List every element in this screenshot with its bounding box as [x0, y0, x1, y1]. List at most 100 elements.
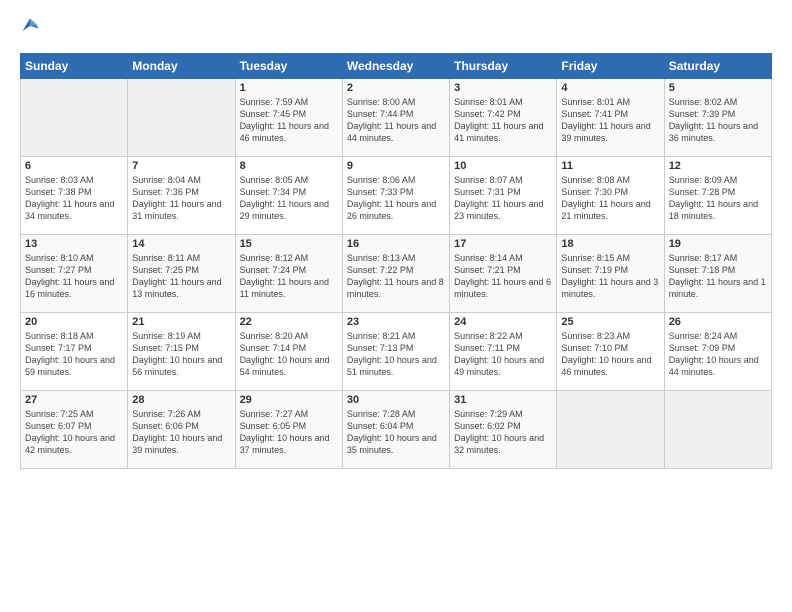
- calendar-cell: [664, 391, 771, 469]
- day-header-thursday: Thursday: [450, 54, 557, 79]
- calendar-cell: [557, 391, 664, 469]
- day-number: 31: [454, 394, 552, 406]
- day-number: 23: [347, 316, 445, 328]
- day-detail: Sunrise: 8:15 AMSunset: 7:19 PMDaylight:…: [561, 252, 659, 301]
- calendar-cell: 22 Sunrise: 8:20 AMSunset: 7:14 PMDayligh…: [235, 313, 342, 391]
- day-detail: Sunrise: 8:03 AMSunset: 7:38 PMDaylight:…: [25, 174, 123, 223]
- day-detail: Sunrise: 8:10 AMSunset: 7:27 PMDaylight:…: [25, 252, 123, 301]
- page: SundayMondayTuesdayWednesdayThursdayFrid…: [0, 0, 792, 612]
- calendar-cell: 20 Sunrise: 8:18 AMSunset: 7:17 PMDayligh…: [21, 313, 128, 391]
- day-number: 13: [25, 238, 123, 250]
- calendar-cell: 9 Sunrise: 8:06 AMSunset: 7:33 PMDaylight…: [342, 157, 449, 235]
- day-number: 10: [454, 160, 552, 172]
- day-header-sunday: Sunday: [21, 54, 128, 79]
- day-detail: Sunrise: 8:12 AMSunset: 7:24 PMDaylight:…: [240, 252, 338, 301]
- calendar-cell: 27 Sunrise: 7:25 AMSunset: 6:07 PMDayligh…: [21, 391, 128, 469]
- calendar-cell: 11 Sunrise: 8:08 AMSunset: 7:30 PMDayligh…: [557, 157, 664, 235]
- calendar-cell: 16 Sunrise: 8:13 AMSunset: 7:22 PMDayligh…: [342, 235, 449, 313]
- day-detail: Sunrise: 8:07 AMSunset: 7:31 PMDaylight:…: [454, 174, 552, 223]
- header: [20, 16, 772, 41]
- calendar-cell: 26 Sunrise: 8:24 AMSunset: 7:09 PMDayligh…: [664, 313, 771, 391]
- day-number: 29: [240, 394, 338, 406]
- calendar-cell: 31Sunrise: 7:29 AMSunset: 6:02 PMDayligh…: [450, 391, 557, 469]
- day-detail: Sunrise: 8:17 AMSunset: 7:18 PMDaylight:…: [669, 252, 767, 301]
- day-number: 26: [669, 316, 767, 328]
- calendar-cell: 15 Sunrise: 8:12 AMSunset: 7:24 PMDayligh…: [235, 235, 342, 313]
- logo: [20, 16, 44, 41]
- calendar-cell: 24 Sunrise: 8:22 AMSunset: 7:11 PMDayligh…: [450, 313, 557, 391]
- day-detail: Sunrise: 8:23 AMSunset: 7:10 PMDaylight:…: [561, 330, 659, 379]
- day-number: 16: [347, 238, 445, 250]
- day-number: 1: [240, 82, 338, 94]
- day-detail: Sunrise: 7:28 AMSunset: 6:04 PMDaylight:…: [347, 408, 445, 457]
- calendar-cell: 14 Sunrise: 8:11 AMSunset: 7:25 PMDayligh…: [128, 235, 235, 313]
- day-number: 25: [561, 316, 659, 328]
- calendar-cell: 8 Sunrise: 8:05 AMSunset: 7:34 PMDaylight…: [235, 157, 342, 235]
- day-number: 30: [347, 394, 445, 406]
- day-detail: Sunrise: 8:14 AMSunset: 7:21 PMDaylight:…: [454, 252, 552, 301]
- day-number: 19: [669, 238, 767, 250]
- calendar-cell: 18 Sunrise: 8:15 AMSunset: 7:19 PMDayligh…: [557, 235, 664, 313]
- day-detail: Sunrise: 7:25 AMSunset: 6:07 PMDaylight:…: [25, 408, 123, 457]
- calendar-cell: 23 Sunrise: 8:21 AMSunset: 7:13 PMDayligh…: [342, 313, 449, 391]
- day-detail: Sunrise: 8:02 AMSunset: 7:39 PMDaylight:…: [669, 96, 767, 145]
- day-detail: Sunrise: 7:26 AMSunset: 6:06 PMDaylight:…: [132, 408, 230, 457]
- day-number: 5: [669, 82, 767, 94]
- day-detail: Sunrise: 8:06 AMSunset: 7:33 PMDaylight:…: [347, 174, 445, 223]
- day-detail: Sunrise: 8:04 AMSunset: 7:36 PMDaylight:…: [132, 174, 230, 223]
- day-detail: Sunrise: 8:01 AMSunset: 7:42 PMDaylight:…: [454, 96, 552, 145]
- calendar-cell: 1 Sunrise: 7:59 AMSunset: 7:45 PMDaylight…: [235, 79, 342, 157]
- day-detail: Sunrise: 8:05 AMSunset: 7:34 PMDaylight:…: [240, 174, 338, 223]
- day-number: 20: [25, 316, 123, 328]
- day-detail: Sunrise: 8:19 AMSunset: 7:15 PMDaylight:…: [132, 330, 230, 379]
- day-number: 9: [347, 160, 445, 172]
- calendar-cell: 3 Sunrise: 8:01 AMSunset: 7:42 PMDaylight…: [450, 79, 557, 157]
- logo-bird-icon: [20, 16, 40, 36]
- day-number: 12: [669, 160, 767, 172]
- day-detail: Sunrise: 8:18 AMSunset: 7:17 PMDaylight:…: [25, 330, 123, 379]
- day-number: 6: [25, 160, 123, 172]
- calendar-cell: 10 Sunrise: 8:07 AMSunset: 7:31 PMDayligh…: [450, 157, 557, 235]
- day-number: 17: [454, 238, 552, 250]
- calendar-cell: 25 Sunrise: 8:23 AMSunset: 7:10 PMDayligh…: [557, 313, 664, 391]
- day-detail: Sunrise: 8:08 AMSunset: 7:30 PMDaylight:…: [561, 174, 659, 223]
- day-number: 28: [132, 394, 230, 406]
- day-header-saturday: Saturday: [664, 54, 771, 79]
- day-detail: Sunrise: 8:09 AMSunset: 7:28 PMDaylight:…: [669, 174, 767, 223]
- calendar-cell: 28 Sunrise: 7:26 AMSunset: 6:06 PMDayligh…: [128, 391, 235, 469]
- calendar-cell: 6 Sunrise: 8:03 AMSunset: 7:38 PMDaylight…: [21, 157, 128, 235]
- calendar-cell: [21, 79, 128, 157]
- calendar-cell: 2Sunrise: 8:00 AMSunset: 7:44 PMDaylight…: [342, 79, 449, 157]
- day-header-friday: Friday: [557, 54, 664, 79]
- day-header-monday: Monday: [128, 54, 235, 79]
- day-number: 18: [561, 238, 659, 250]
- day-number: 4: [561, 82, 659, 94]
- day-detail: Sunrise: 8:13 AMSunset: 7:22 PMDaylight:…: [347, 252, 445, 301]
- day-number: 14: [132, 238, 230, 250]
- day-number: 3: [454, 82, 552, 94]
- day-detail: Sunrise: 8:24 AMSunset: 7:09 PMDaylight:…: [669, 330, 767, 379]
- day-number: 15: [240, 238, 338, 250]
- day-number: 8: [240, 160, 338, 172]
- day-number: 24: [454, 316, 552, 328]
- day-number: 11: [561, 160, 659, 172]
- day-detail: Sunrise: 8:01 AMSunset: 7:41 PMDaylight:…: [561, 96, 659, 145]
- day-detail: Sunrise: 8:20 AMSunset: 7:14 PMDaylight:…: [240, 330, 338, 379]
- calendar-table: SundayMondayTuesdayWednesdayThursdayFrid…: [20, 53, 772, 469]
- day-number: 27: [25, 394, 123, 406]
- day-detail: Sunrise: 7:59 AMSunset: 7:45 PMDaylight:…: [240, 96, 338, 145]
- day-detail: Sunrise: 8:22 AMSunset: 7:11 PMDaylight:…: [454, 330, 552, 379]
- calendar-cell: 29 Sunrise: 7:27 AMSunset: 6:05 PMDayligh…: [235, 391, 342, 469]
- day-detail: Sunrise: 7:27 AMSunset: 6:05 PMDaylight:…: [240, 408, 338, 457]
- calendar-cell: 4 Sunrise: 8:01 AMSunset: 7:41 PMDaylight…: [557, 79, 664, 157]
- calendar-cell: 30 Sunrise: 7:28 AMSunset: 6:04 PMDayligh…: [342, 391, 449, 469]
- calendar-cell: [128, 79, 235, 157]
- day-number: 2: [347, 82, 445, 94]
- calendar-cell: 5 Sunrise: 8:02 AMSunset: 7:39 PMDaylight…: [664, 79, 771, 157]
- day-detail: Sunrise: 8:11 AMSunset: 7:25 PMDaylight:…: [132, 252, 230, 301]
- calendar-cell: 19 Sunrise: 8:17 AMSunset: 7:18 PMDayligh…: [664, 235, 771, 313]
- day-number: 7: [132, 160, 230, 172]
- day-number: 22: [240, 316, 338, 328]
- day-detail: Sunrise: 8:21 AMSunset: 7:13 PMDaylight:…: [347, 330, 445, 379]
- calendar-cell: 21Sunrise: 8:19 AMSunset: 7:15 PMDayligh…: [128, 313, 235, 391]
